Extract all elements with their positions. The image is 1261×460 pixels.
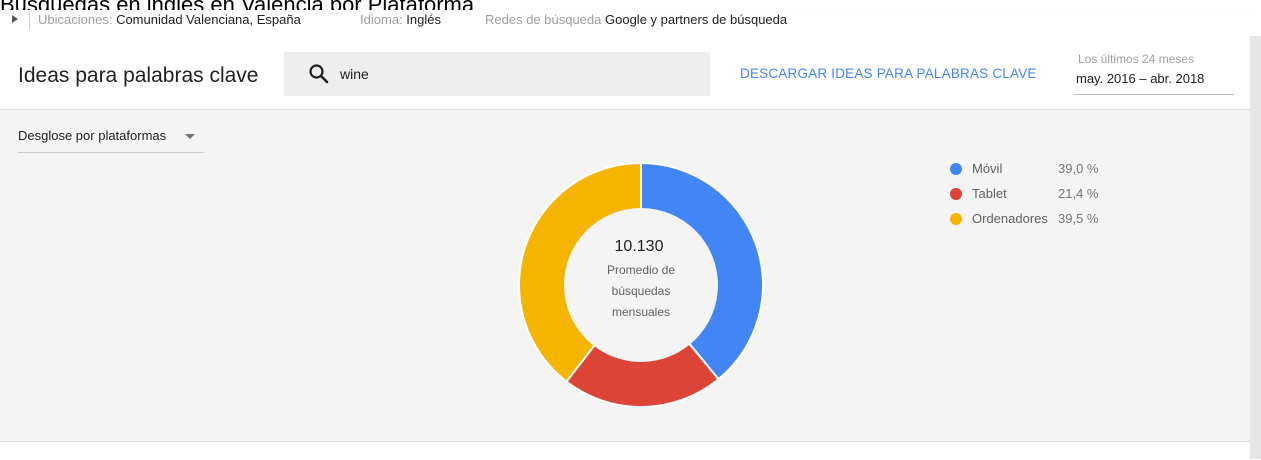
results-table-edge (0, 441, 1250, 460)
search-icon[interactable] (308, 63, 330, 90)
legend-item-movil[interactable]: Móvil 39,0 % (950, 161, 1110, 186)
expand-filters-icon[interactable] (12, 15, 18, 23)
header-bar: Ideas para palabras clave wine DESCARGAR… (0, 36, 1252, 110)
center-label-line2: búsquedas (612, 284, 671, 298)
platform-donut-chart[interactable]: 10.130 Promedio de búsquedas mensuales (516, 160, 766, 410)
legend-value: 39,5 % (1058, 211, 1099, 226)
filter-locations-value: Comunidad Valenciana, España (116, 12, 301, 27)
filter-locations-label: Ubicaciones: (38, 12, 113, 27)
legend-value: 39,0 % (1058, 161, 1099, 176)
download-ideas-link[interactable]: DESCARGAR IDEAS PARA PALABRAS CLAVE (740, 66, 1037, 81)
legend-item-ordenadores[interactable]: Ordenadores 39,5 % (950, 211, 1110, 236)
legend-label: Tablet (972, 186, 1007, 201)
center-label-line1: Promedio de (607, 263, 675, 277)
filter-language[interactable]: Idioma: Inglés (360, 10, 441, 30)
legend-dot-movil (950, 163, 962, 175)
chart-legend: Móvil 39,0 % Tablet 21,4 % Ordenadores 3… (950, 161, 1110, 236)
legend-label: Móvil (972, 161, 1003, 176)
date-range-value: may. 2016 – abr. 2018 (1074, 68, 1234, 95)
filter-networks-label: Redes de búsqueda (485, 12, 602, 27)
page-title: Ideas para palabras clave (18, 64, 259, 87)
filter-networks-value: Google y partners de búsqueda (605, 12, 788, 27)
filter-language-value: Inglés (406, 12, 441, 27)
keyword-search[interactable]: wine (284, 52, 710, 96)
search-input[interactable]: wine (340, 66, 369, 82)
date-range-label: Los últimos 24 meses (1078, 52, 1195, 66)
breakdown-label: Desglose por plataformas (18, 128, 167, 143)
filter-networks[interactable]: Redes de búsqueda Google y partners de b… (485, 10, 787, 30)
platform-breakdown-panel: Desglose por plataformas 10.130 Promedio… (0, 110, 1250, 441)
center-value: 10.130 (615, 238, 664, 255)
date-range-selector[interactable]: Los últimos 24 meses may. 2016 – abr. 20… (1074, 52, 1234, 95)
legend-dot-tablet (950, 188, 962, 200)
center-label-line3: mensuales (612, 305, 670, 319)
legend-value: 21,4 % (1058, 186, 1099, 201)
filter-divider (29, 12, 30, 30)
legend-label: Ordenadores (972, 211, 1048, 226)
legend-item-tablet[interactable]: Tablet 21,4 % (950, 186, 1110, 211)
filter-bar: Ubicaciones: Comunidad Valenciana, Españ… (0, 10, 1261, 36)
chevron-down-icon (185, 134, 195, 139)
breakdown-dropdown[interactable]: Desglose por plataformas (18, 128, 204, 153)
right-gutter (1250, 36, 1261, 459)
filter-locations[interactable]: Ubicaciones: Comunidad Valenciana, Españ… (38, 10, 301, 30)
filter-language-label: Idioma: (360, 12, 403, 27)
legend-dot-ordenadores (950, 213, 962, 225)
